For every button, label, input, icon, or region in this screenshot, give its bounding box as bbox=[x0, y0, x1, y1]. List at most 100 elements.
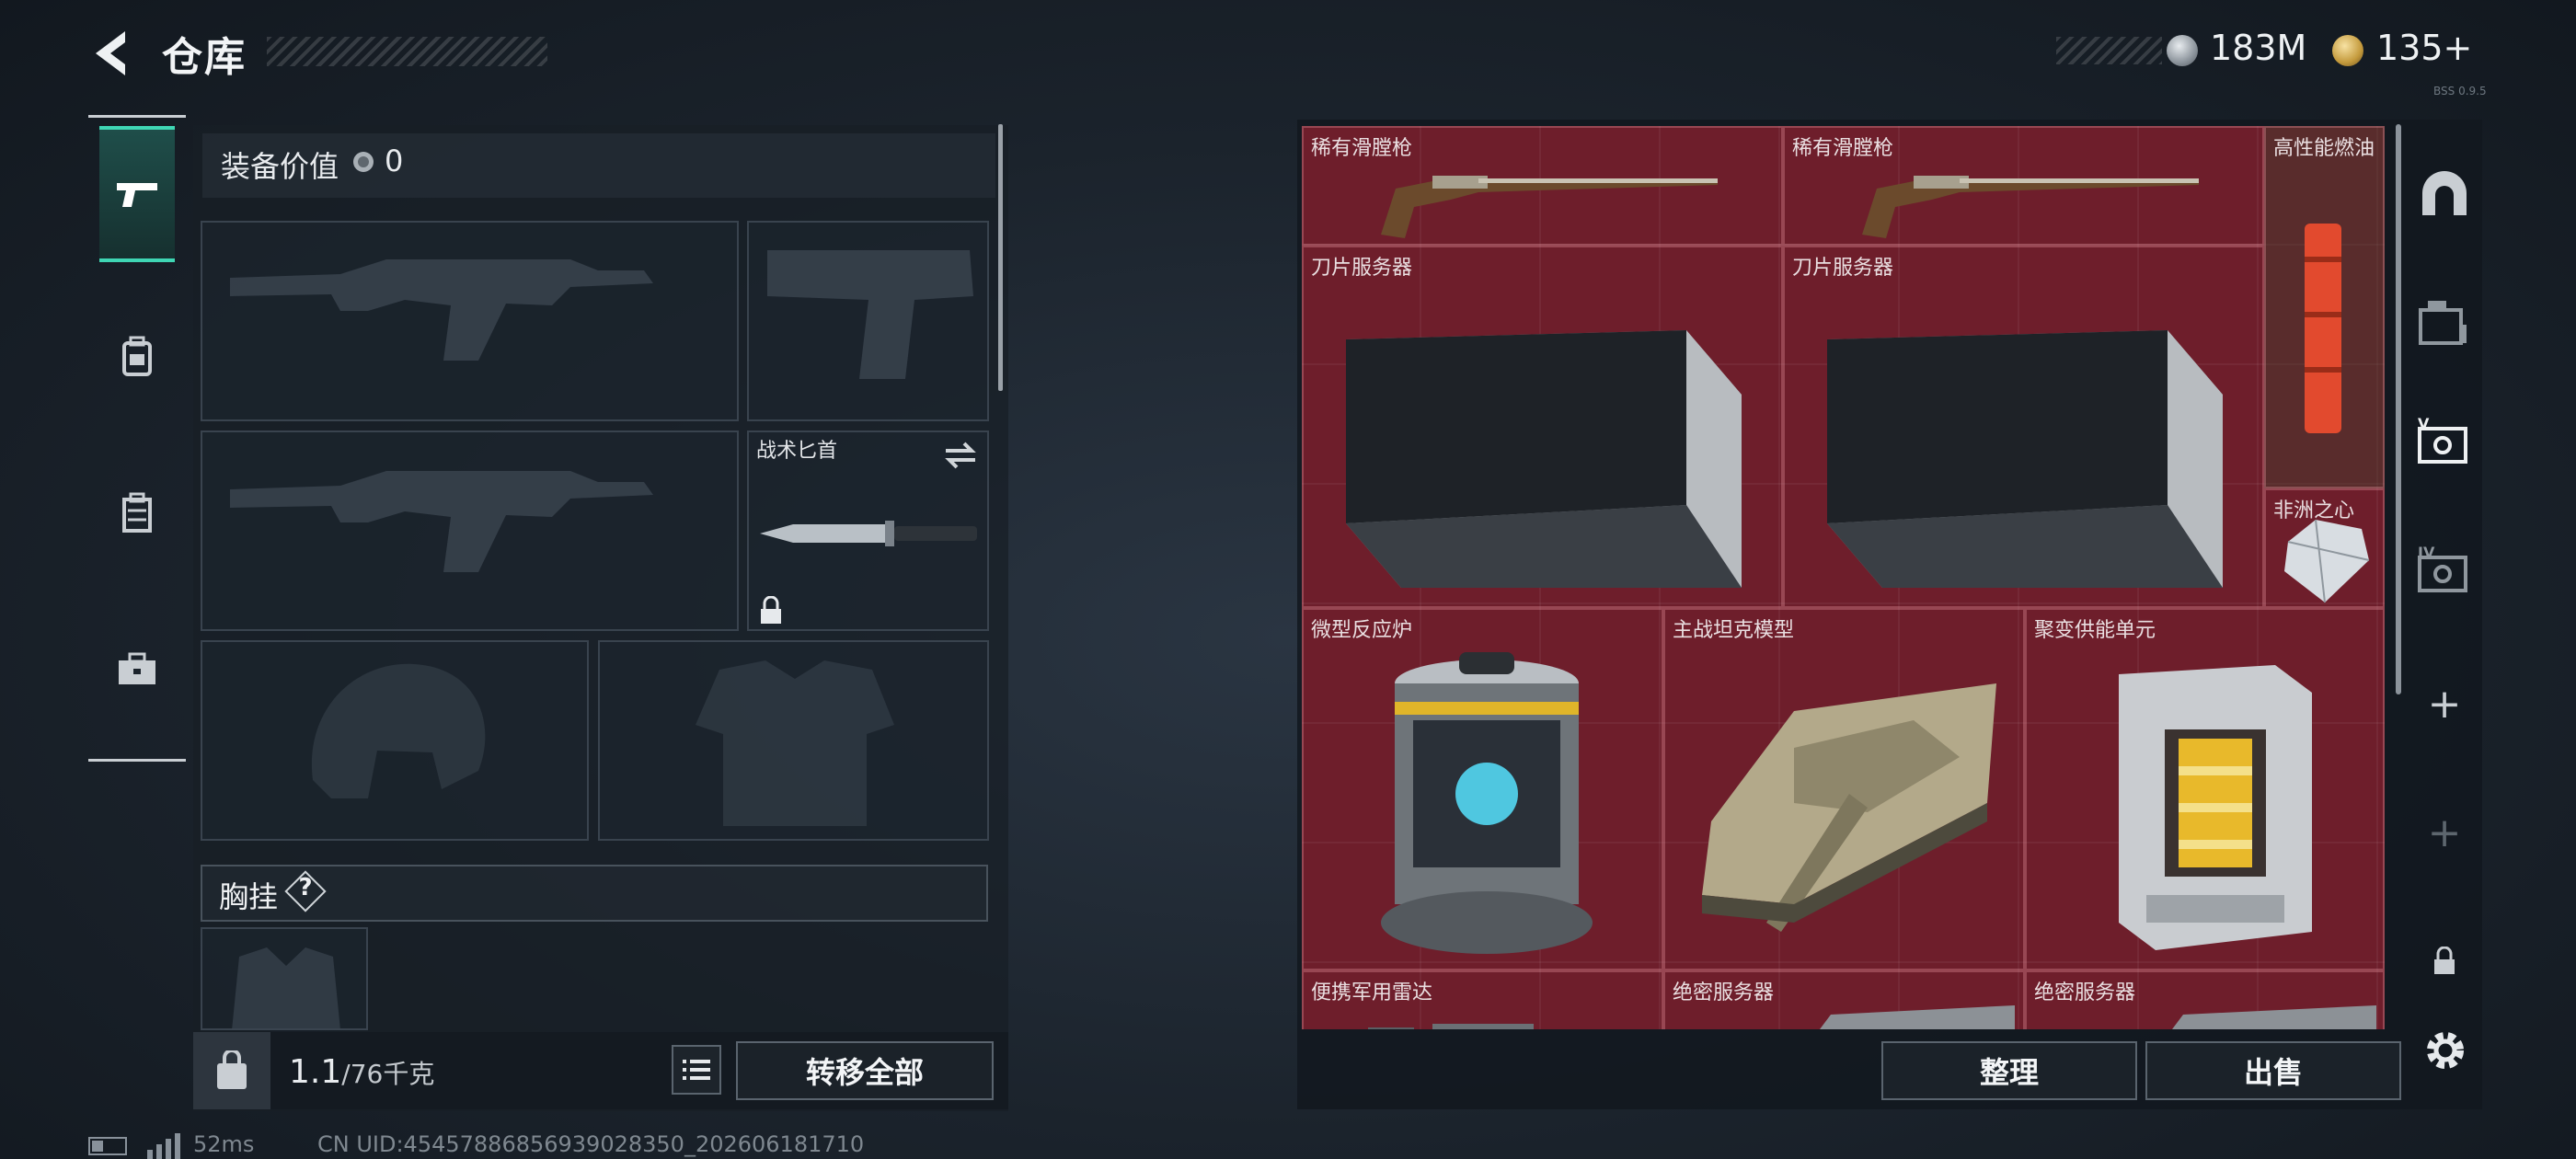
pistol-silhouette-icon bbox=[767, 250, 973, 379]
server-icon bbox=[1820, 1005, 2015, 1029]
stash-item[interactable]: 刀片服务器 bbox=[1783, 246, 2264, 608]
carry-weight: 1.1/76千克 bbox=[289, 1053, 434, 1091]
pistol-icon bbox=[117, 183, 157, 207]
stash-item[interactable]: 高性能燃油 bbox=[2264, 126, 2385, 488]
stash-item[interactable]: 稀有滑膛枪 bbox=[1302, 126, 1783, 246]
back-button[interactable] bbox=[88, 28, 134, 79]
item-name: 便携军用雷达 bbox=[1311, 981, 1433, 1004]
item-name: 绝密服务器 bbox=[2034, 981, 2136, 1004]
version-tag: BSS 0.9.5 bbox=[2433, 85, 2487, 98]
rifle-silhouette-icon bbox=[230, 471, 653, 572]
container-v-label: V bbox=[2418, 416, 2430, 432]
rail-container-iv-button[interactable]: IV bbox=[2403, 515, 2486, 625]
musket-icon bbox=[1381, 176, 1718, 238]
storage-box-icon bbox=[2419, 301, 2467, 345]
stash-item[interactable]: 绝密服务器 bbox=[1663, 970, 2025, 1029]
silver-currency-value[interactable]: 183M bbox=[2210, 28, 2306, 68]
gold-coin-icon bbox=[2332, 35, 2363, 66]
bag-icon bbox=[122, 492, 152, 533]
stash-item[interactable]: 绝密服务器 bbox=[2025, 970, 2385, 1029]
sort-button[interactable]: 整理 bbox=[1881, 1041, 2137, 1100]
container-iv-label: IV bbox=[2418, 545, 2435, 561]
category-briefcase[interactable] bbox=[99, 605, 175, 734]
chest-rig-slot[interactable] bbox=[201, 927, 368, 1030]
melee-item-label: 战术匕首 bbox=[756, 440, 838, 463]
primary-weapon-slot-1[interactable] bbox=[201, 221, 739, 421]
rail-add-button[interactable]: + bbox=[2403, 648, 2486, 759]
sell-button[interactable]: 出售 bbox=[2145, 1041, 2401, 1100]
stash-item[interactable]: 刀片服务器 bbox=[1302, 246, 1783, 608]
server-icon bbox=[2172, 1005, 2376, 1029]
power-cell-icon bbox=[2119, 665, 2312, 950]
melee-slot[interactable]: 战术匕首 bbox=[747, 430, 989, 631]
signal-icon bbox=[147, 1133, 180, 1159]
armor-slot[interactable] bbox=[598, 640, 989, 841]
radar-icon bbox=[1368, 1024, 1534, 1029]
category-bag[interactable] bbox=[99, 448, 175, 577]
page-title: 仓库 bbox=[162, 34, 247, 81]
lock-icon bbox=[761, 596, 781, 624]
transfer-all-button[interactable]: 转移全部 bbox=[736, 1041, 994, 1100]
gold-currency-value[interactable]: 135+ bbox=[2376, 28, 2472, 68]
lock-icon bbox=[2434, 947, 2455, 974]
stash-item[interactable]: 稀有滑膛枪 bbox=[1783, 126, 2264, 246]
chest-rig-label: 胸挂 bbox=[219, 879, 279, 914]
armor-silhouette-icon bbox=[696, 660, 894, 826]
stash-item[interactable]: 非洲之心 bbox=[2264, 488, 2385, 608]
helmet-silhouette-icon bbox=[311, 663, 486, 798]
rail-add-button-disabled[interactable]: + bbox=[2403, 777, 2486, 888]
item-name: 高性能燃油 bbox=[2273, 137, 2375, 160]
ping-readout: 52ms bbox=[193, 1131, 255, 1157]
settings-button[interactable] bbox=[2418, 1023, 2473, 1078]
silver-coin-icon bbox=[2167, 35, 2198, 66]
knife-icon bbox=[760, 521, 977, 546]
stash-item[interactable]: 便携军用雷达 bbox=[1302, 970, 1663, 1029]
rail-container-v-button[interactable]: V bbox=[2403, 386, 2486, 497]
equipment-value: 0 bbox=[385, 143, 404, 178]
list-icon bbox=[683, 1060, 710, 1080]
category-backpack[interactable] bbox=[99, 292, 175, 420]
stash-item[interactable]: 聚变供能单元 bbox=[2025, 608, 2385, 970]
rail-divider bbox=[88, 115, 186, 118]
silver-coin-icon bbox=[353, 152, 374, 172]
blade-server-icon bbox=[1827, 330, 2223, 588]
primary-weapon-slot-2[interactable] bbox=[201, 430, 739, 631]
musket-icon bbox=[1862, 176, 2199, 238]
container-rail: V IV + + bbox=[2403, 120, 2486, 1109]
pistol-slot[interactable] bbox=[747, 221, 989, 421]
blade-server-icon bbox=[1346, 330, 1742, 588]
backpack-icon bbox=[122, 336, 152, 376]
swap-icon[interactable] bbox=[942, 440, 979, 471]
rail-lock-button[interactable] bbox=[2403, 906, 2486, 1016]
gear-icon bbox=[2427, 1032, 2464, 1069]
vest-silhouette-icon bbox=[232, 947, 340, 1030]
stash-item[interactable]: 微型反应炉 bbox=[1302, 608, 1663, 970]
container-iv-icon: IV bbox=[2418, 545, 2467, 592]
rail-storage-button[interactable] bbox=[2403, 267, 2486, 377]
stash-scrollbar[interactable] bbox=[2396, 124, 2401, 694]
stash-item[interactable]: 主战坦克模型 bbox=[1663, 608, 2025, 970]
rail-arch-button[interactable] bbox=[2403, 138, 2486, 248]
helmet-slot[interactable] bbox=[201, 640, 589, 841]
fuel-canister-icon bbox=[2305, 224, 2341, 433]
list-view-button[interactable] bbox=[672, 1045, 721, 1095]
uid-readout: CN UID:45457886856939028350_202606181710 bbox=[317, 1131, 865, 1157]
back-arrow-icon bbox=[96, 31, 125, 75]
battery-icon bbox=[88, 1137, 127, 1155]
tank-icon bbox=[1702, 683, 1996, 932]
currency-stripe-decor bbox=[2056, 37, 2162, 64]
arch-icon bbox=[2422, 171, 2467, 215]
briefcase-icon bbox=[119, 652, 155, 684]
item-name: 主战坦克模型 bbox=[1673, 619, 1795, 642]
item-name: 绝密服务器 bbox=[1673, 981, 1775, 1004]
title-stripe-decor bbox=[267, 37, 547, 66]
help-icon-glyph: ? bbox=[298, 874, 313, 901]
backpack-button[interactable] bbox=[193, 1032, 270, 1109]
category-weapons[interactable] bbox=[99, 126, 175, 262]
equipment-scrollbar[interactable] bbox=[998, 124, 1003, 391]
diamond-icon bbox=[2284, 519, 2370, 603]
category-rail bbox=[88, 115, 186, 764]
rail-divider bbox=[88, 759, 186, 762]
item-name: 聚变供能单元 bbox=[2034, 619, 2156, 642]
item-name: 刀片服务器 bbox=[1311, 257, 1413, 280]
